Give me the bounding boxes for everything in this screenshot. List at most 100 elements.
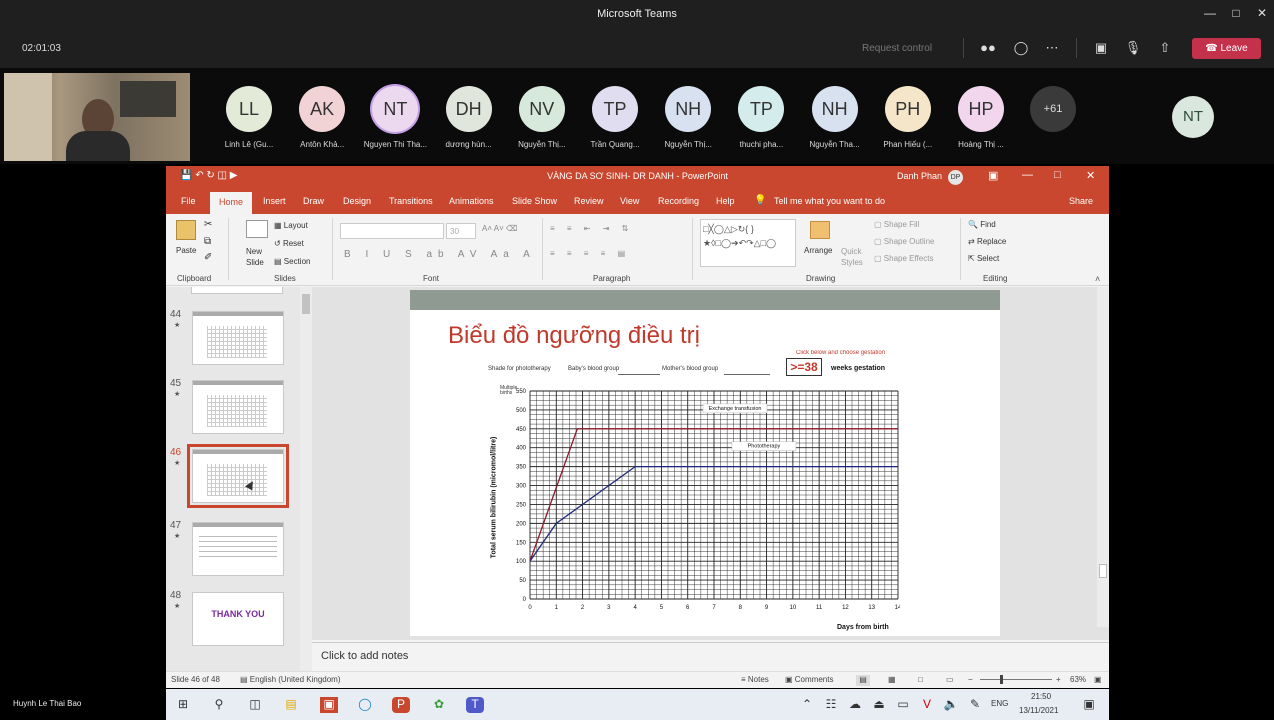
notification-icon[interactable]: ▣ xyxy=(1080,697,1098,713)
slide-sorter-icon[interactable]: ▦ xyxy=(888,675,896,684)
tab-help[interactable]: Help xyxy=(716,196,735,206)
windows-start-icon[interactable]: ⊞ xyxy=(174,697,192,713)
participants-icon[interactable]: ●● xyxy=(978,40,998,56)
list-buttons[interactable]: ≡ ≡ ⇤ ⇥ ⇅ xyxy=(550,224,633,233)
new-slide-icon[interactable] xyxy=(246,220,268,238)
teams-taskbar-icon[interactable]: T xyxy=(466,697,484,713)
participant-avatar[interactable]: HP xyxy=(958,86,1004,132)
format-painter-icon[interactable]: ✐ xyxy=(204,252,212,263)
input-language[interactable]: ENG xyxy=(991,699,1008,708)
zoom-out-icon[interactable]: − xyxy=(968,675,973,684)
participant-avatar[interactable]: NH xyxy=(665,86,712,132)
ppt-minimize-icon[interactable]: — xyxy=(1022,169,1033,181)
search-icon[interactable]: ⚲ xyxy=(210,697,228,713)
participant-avatar[interactable]: LL xyxy=(226,86,272,132)
fit-slide-icon[interactable]: ▣ xyxy=(1094,675,1102,684)
tab-view[interactable]: View xyxy=(620,196,639,206)
task-view-icon[interactable]: ◫ xyxy=(246,697,264,713)
shape-fill-button[interactable]: ▢ Shape Fill xyxy=(874,220,919,229)
file-explorer-icon[interactable]: ▤ xyxy=(282,697,300,713)
share-button[interactable]: Share xyxy=(1069,196,1093,206)
participant-avatar[interactable]: NH xyxy=(811,86,858,132)
collapse-ribbon-icon[interactable]: ˄ xyxy=(1095,274,1100,284)
participant-avatar[interactable]: PH xyxy=(884,86,931,132)
ppt-close-icon[interactable]: ✕ xyxy=(1086,169,1095,182)
slide-thumbnail[interactable]: THANK YOU xyxy=(192,592,284,646)
participant-avatar[interactable]: DH xyxy=(445,86,492,132)
gestation-select[interactable]: >=38 xyxy=(786,358,822,376)
arrange-icon[interactable] xyxy=(810,221,830,239)
slide-thumbnail[interactable] xyxy=(192,311,284,365)
align-buttons[interactable]: ≡ ≡ ≡ ≡ ▤ xyxy=(550,249,630,258)
paste-icon[interactable] xyxy=(176,220,196,240)
tell-me-search[interactable]: Tell me what you want to do xyxy=(774,196,885,206)
more-participants-count[interactable]: +61 xyxy=(1030,86,1076,132)
ppt-restore-icon[interactable]: □ xyxy=(1054,169,1061,181)
user-avatar[interactable]: DP xyxy=(948,170,963,185)
arrange-button[interactable]: Arrange xyxy=(804,246,832,255)
taskbar-date[interactable]: 13/11/2021 xyxy=(1019,706,1058,715)
section-button[interactable]: ▤ Section xyxy=(274,257,310,266)
display-icon[interactable]: ▭ xyxy=(894,697,912,713)
font-style-buttons[interactable]: B I U S ab AV Aa A xyxy=(344,249,536,260)
vietkey-icon[interactable]: V xyxy=(918,697,936,713)
language-status[interactable]: ▤ English (United Kingdom) xyxy=(240,675,341,684)
participant-avatar[interactable]: TP xyxy=(592,86,638,132)
zoom-slider-thumb[interactable] xyxy=(1000,675,1003,684)
notes-pane[interactable] xyxy=(312,642,1109,668)
volume-icon[interactable]: 🔈 xyxy=(942,697,960,713)
mic-off-icon[interactable]: 🎙 xyxy=(1123,40,1143,56)
scrollbar-thumb[interactable] xyxy=(1099,564,1107,578)
tab-draw[interactable]: Draw xyxy=(303,196,324,206)
powerpoint-taskbar-icon[interactable]: P xyxy=(392,697,410,713)
tab-recording[interactable]: Recording xyxy=(658,196,699,206)
slide-thumbnail-partial[interactable] xyxy=(191,287,283,294)
slide-thumbnail[interactable] xyxy=(192,380,284,434)
leave-button[interactable]: ☎ Leave xyxy=(1192,38,1261,59)
tab-insert[interactable]: Insert xyxy=(263,196,286,206)
slide-canvas[interactable]: Biểu đồ ngưỡng điều trị Click below and … xyxy=(410,290,1000,636)
reset-button[interactable]: ↺ Reset xyxy=(274,239,304,248)
notes-toggle[interactable]: ≡ Notes xyxy=(741,675,769,684)
select-button[interactable]: ⇱ Select xyxy=(968,254,999,263)
font-size-select[interactable]: 30 xyxy=(446,223,476,239)
zoom-in-icon[interactable]: + xyxy=(1056,675,1061,684)
close-icon[interactable]: ✕ xyxy=(1252,6,1272,22)
thumbnails-scrollbar[interactable] xyxy=(300,287,312,671)
comments-toggle[interactable]: ▣ Comments xyxy=(785,675,833,684)
new-slide-button[interactable]: New Slide xyxy=(246,246,276,268)
slideshow-view-icon[interactable]: ▭ xyxy=(946,675,954,684)
participant-avatar[interactable]: AK xyxy=(299,86,346,132)
cut-icon[interactable]: ✂ xyxy=(204,219,212,230)
find-button[interactable]: 🔍 Find xyxy=(968,220,996,229)
shape-outline-button[interactable]: ▢ Shape Outline xyxy=(874,237,934,246)
layout-button[interactable]: ▦ Layout xyxy=(274,221,308,230)
participant-avatar[interactable]: NV xyxy=(518,86,565,132)
slide-thumbnail[interactable] xyxy=(192,522,284,576)
zoom-level[interactable]: 63% xyxy=(1070,675,1086,684)
tab-design[interactable]: Design xyxy=(343,196,371,206)
zoom-slider[interactable] xyxy=(980,679,1052,680)
mother-blood-field[interactable] xyxy=(724,374,770,375)
tab-file[interactable]: File xyxy=(181,196,196,206)
edge-icon[interactable]: ◯ xyxy=(356,697,374,713)
tab-slide-show[interactable]: Slide Show xyxy=(512,196,557,206)
shape-effects-button[interactable]: ▢ Shape Effects xyxy=(874,254,933,263)
share-tray-icon[interactable]: ⇧ xyxy=(1155,40,1175,56)
maximize-icon[interactable]: □ xyxy=(1226,6,1246,22)
font-name-select[interactable] xyxy=(340,223,444,239)
pen-icon[interactable]: ✎ xyxy=(966,697,984,713)
network-icon[interactable]: ☷ xyxy=(822,697,840,713)
scrollbar-thumb[interactable] xyxy=(302,294,310,314)
camera-off-icon[interactable]: ▣ xyxy=(1091,40,1111,56)
quick-styles-button[interactable]: Quick Styles xyxy=(841,246,873,268)
tab-transitions[interactable]: Transitions xyxy=(389,196,433,206)
baby-blood-field[interactable] xyxy=(618,374,660,375)
normal-view-icon[interactable]: ▤ xyxy=(856,675,870,686)
notes-placeholder[interactable]: Click to add notes xyxy=(321,650,408,662)
tab-review[interactable]: Review xyxy=(574,196,604,206)
slide-thumbnail[interactable] xyxy=(187,444,289,508)
onedrive-icon[interactable]: ☁ xyxy=(846,697,864,713)
ribbon-display-icon[interactable]: ▣ xyxy=(988,169,998,182)
tab-animations[interactable]: Animations xyxy=(449,196,494,206)
